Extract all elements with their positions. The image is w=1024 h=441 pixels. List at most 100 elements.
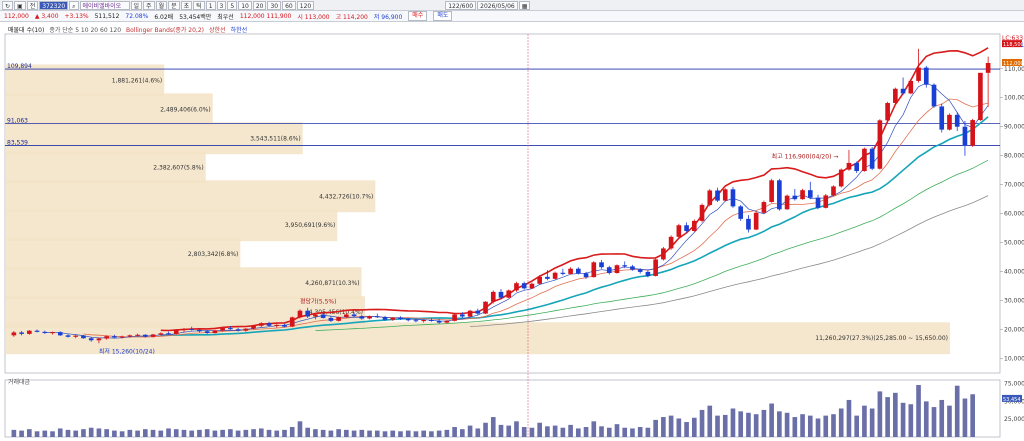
candle-body bbox=[359, 316, 365, 319]
candle-body bbox=[173, 330, 179, 334]
volume-bar bbox=[800, 414, 805, 437]
volume-bar bbox=[668, 415, 674, 437]
candle-body bbox=[228, 328, 233, 330]
candle-body bbox=[96, 338, 102, 341]
volume-bar bbox=[699, 409, 705, 437]
candle-body bbox=[985, 62, 991, 73]
volume-bar bbox=[691, 417, 697, 437]
volume-bar bbox=[173, 429, 179, 437]
candle-body bbox=[846, 162, 852, 170]
candle-body bbox=[823, 195, 829, 208]
candle-body bbox=[88, 338, 94, 341]
volume-bar bbox=[483, 422, 488, 437]
volume-bar bbox=[521, 427, 527, 437]
candle-body bbox=[970, 120, 975, 146]
volume-bar bbox=[761, 409, 767, 437]
candle-body bbox=[653, 259, 658, 276]
volume-bar bbox=[753, 414, 759, 437]
volume-bar bbox=[429, 431, 434, 437]
y-tick-label: 80,000 bbox=[1004, 153, 1024, 160]
volume-bar bbox=[653, 419, 658, 437]
volume-bar bbox=[19, 430, 24, 437]
volume-bar bbox=[746, 412, 751, 437]
candle-body bbox=[676, 225, 682, 237]
candle-body bbox=[344, 314, 349, 318]
candle-body bbox=[784, 195, 790, 210]
volume-bar bbox=[552, 425, 558, 437]
volume-bar bbox=[197, 429, 202, 437]
volume-bar bbox=[545, 426, 550, 437]
volume-bar bbox=[11, 429, 17, 437]
volume-bar bbox=[715, 415, 720, 437]
candle-body bbox=[738, 206, 744, 219]
volume-bar bbox=[336, 429, 341, 437]
candle-body bbox=[792, 195, 798, 200]
volume-bar bbox=[475, 428, 481, 437]
volume-bar bbox=[305, 427, 311, 437]
candle-body bbox=[576, 268, 581, 274]
volume-bar bbox=[583, 427, 589, 437]
volume-bar bbox=[498, 424, 504, 437]
candle-body bbox=[19, 332, 24, 334]
volume-bar bbox=[127, 429, 133, 437]
volume-bar bbox=[614, 424, 620, 437]
candle-body bbox=[166, 333, 171, 335]
volume-bar bbox=[591, 421, 597, 437]
chart-annotation: 최고 116,900(04/20) → bbox=[772, 152, 839, 160]
candle-body bbox=[398, 317, 403, 320]
volume-bar bbox=[606, 427, 612, 437]
candle-body bbox=[297, 310, 303, 318]
candle-body bbox=[908, 80, 914, 94]
candle-body bbox=[715, 190, 720, 201]
candle-body bbox=[81, 335, 86, 339]
candle-body bbox=[490, 291, 496, 302]
candle-body bbox=[893, 88, 898, 103]
candle-body bbox=[142, 334, 148, 337]
volume-bar bbox=[297, 421, 303, 437]
candle-body bbox=[838, 169, 844, 187]
volume-profile-label: 2,489,406(6.0%) bbox=[160, 106, 210, 113]
volume-bar bbox=[413, 431, 419, 437]
volume-bar bbox=[57, 428, 63, 437]
candle-body bbox=[800, 190, 805, 200]
volume-bar bbox=[962, 398, 968, 437]
candle-body bbox=[537, 276, 542, 284]
volume-panel-label: 거래대금 bbox=[8, 379, 31, 386]
candle-body bbox=[506, 290, 512, 298]
candle-body bbox=[65, 335, 71, 337]
candle-body bbox=[947, 114, 952, 130]
volume-bar bbox=[869, 408, 875, 437]
candle-body bbox=[954, 114, 960, 127]
candle-body bbox=[583, 273, 589, 278]
volume-bar bbox=[637, 427, 643, 437]
volume-bar bbox=[81, 429, 86, 437]
volume-profile-label: 3,950,691(9.6%) bbox=[285, 222, 335, 229]
volume-bar bbox=[815, 418, 821, 437]
candle-body bbox=[746, 218, 751, 230]
candle-body bbox=[212, 330, 218, 334]
volume-bar bbox=[947, 405, 952, 437]
volume-bar bbox=[599, 426, 604, 437]
candle-body bbox=[150, 334, 156, 337]
candle-body bbox=[421, 319, 426, 322]
candle-body bbox=[258, 323, 264, 326]
marker-price-label: 118,500 bbox=[1003, 42, 1024, 48]
candle-body bbox=[104, 336, 109, 339]
candle-body bbox=[436, 320, 442, 323]
volume-bar bbox=[931, 407, 937, 437]
candle-body bbox=[630, 266, 635, 270]
volume-bar bbox=[34, 431, 40, 437]
candle-body bbox=[831, 186, 836, 196]
volume-bar bbox=[344, 429, 349, 437]
candle-body bbox=[374, 316, 380, 318]
candle-body bbox=[684, 225, 689, 232]
candle-body bbox=[235, 329, 241, 331]
volume-bar bbox=[289, 427, 295, 437]
price-chart[interactable]: 10,000 20,000 30,000 40,000 50,000 60,000 70,0… bbox=[0, 0, 1024, 441]
volume-profile-label: 11,260,297(27.3%)(25,285.00 ~ 15,650.00) bbox=[815, 335, 948, 342]
volume-bar bbox=[50, 431, 55, 437]
volume-bar bbox=[398, 431, 403, 437]
volume-profile-label: 2,382,607(5.8%) bbox=[153, 164, 203, 171]
candle-body bbox=[444, 320, 450, 323]
volume-tick-label: 75,000 bbox=[1004, 381, 1024, 388]
